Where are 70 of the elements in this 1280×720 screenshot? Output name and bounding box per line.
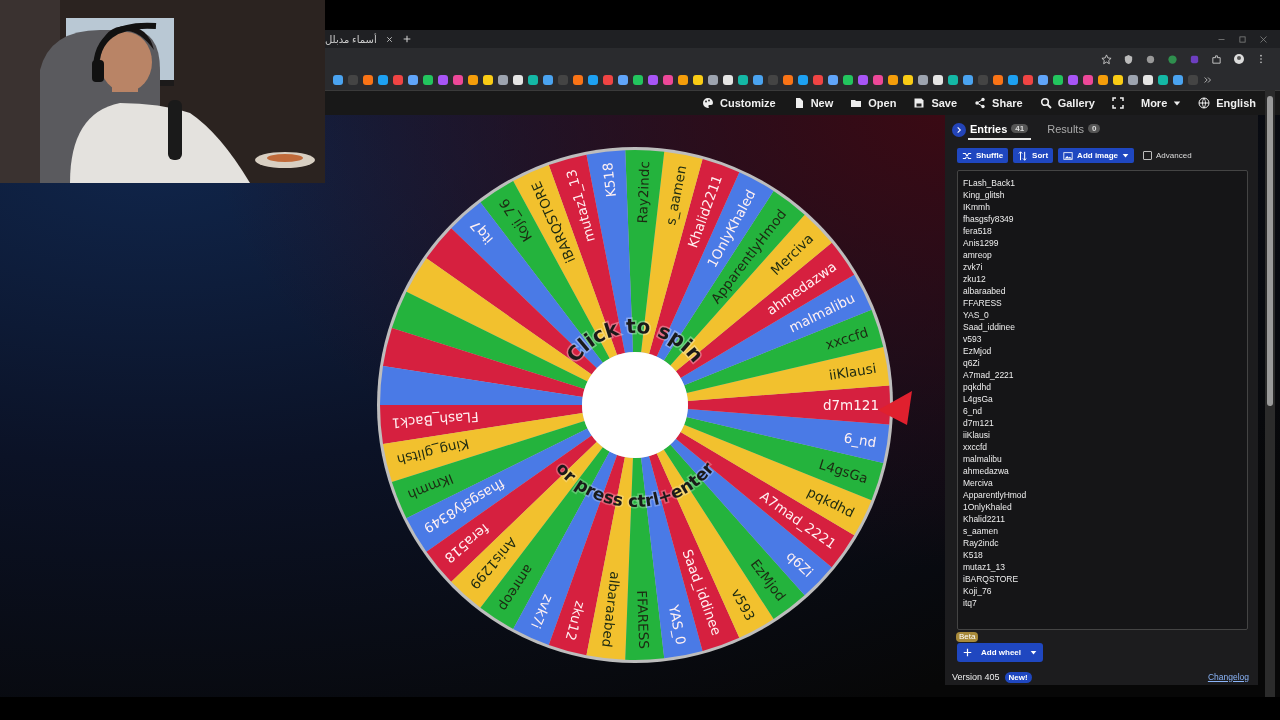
toolbar-button[interactable]: Share (974, 95, 1023, 111)
close-icon (384, 34, 394, 44)
fullscreen-icon (1112, 97, 1124, 109)
folder-icon (850, 97, 863, 109)
version-text: Version 405 (952, 672, 1000, 682)
toolbar-button[interactable]: New (792, 95, 834, 111)
slice-label: zvk7i (527, 592, 557, 631)
panel-tab[interactable]: Entries 41 (968, 120, 1032, 140)
toolbar-button[interactable]: Gallery (1039, 95, 1095, 111)
chevron-icon (1203, 75, 1213, 85)
chevron-icon (955, 126, 963, 134)
search-icon (1039, 97, 1052, 109)
checkbox-label: Advanced (1156, 151, 1192, 160)
toolbar-button[interactable]: Open (850, 95, 897, 111)
shield-icon (1123, 53, 1134, 65)
puzzle-icon (1211, 53, 1222, 65)
profile-icon (1233, 53, 1245, 65)
sort-icon (1018, 150, 1029, 161)
shuffle-button[interactable]: Shuffle (957, 148, 1009, 163)
image-icon (1063, 150, 1074, 161)
slice-label: itq7 (466, 217, 497, 248)
toolbar-button[interactable]: Customize (702, 95, 776, 111)
slice-label: 6_nd (842, 429, 878, 451)
toolbar-button[interactable]: More (1141, 95, 1182, 111)
beta-badge: Beta (956, 632, 979, 642)
slice-label: FLash_Back1 (391, 409, 480, 432)
slice-label: Ray2indc (633, 160, 653, 224)
slice-label: FFARESS (634, 590, 653, 650)
globe-icon (1198, 97, 1211, 109)
count-badge: 41 (1011, 124, 1029, 133)
extension-icon (1145, 53, 1156, 65)
maximize-icon (1238, 34, 1247, 44)
shuffle-icon (962, 150, 972, 161)
plus-icon (401, 34, 412, 44)
slice-label: K518 (599, 161, 619, 198)
scrollbar-thumb[interactable] (1267, 96, 1273, 406)
wheel-pointer (878, 391, 912, 425)
sort-button[interactable]: Sort (1013, 148, 1054, 163)
panel-tab[interactable]: Results 0 (1045, 120, 1104, 140)
tab-title[interactable]: أسماء مدبلل (325, 33, 377, 45)
toolbar-button[interactable]: English (1198, 95, 1256, 111)
plus-icon (963, 648, 972, 657)
slice-label: zku12 (562, 599, 589, 643)
toolbar-button[interactable]: Save (913, 95, 958, 111)
caret-icon (1122, 152, 1129, 159)
fullscreen-button[interactable] (1112, 95, 1124, 111)
new-tab-icon[interactable] (401, 34, 412, 44)
extension-icon (1189, 53, 1200, 65)
advanced-checkbox[interactable] (1143, 151, 1152, 160)
slice-label: iiKlausi (827, 359, 878, 383)
add-wheel-button[interactable]: Add wheel (957, 643, 1043, 662)
caret-icon (1030, 649, 1037, 656)
slice-label: albaraabed (599, 570, 624, 649)
new-badge: New! (1004, 671, 1032, 683)
tab-close-icon[interactable] (384, 34, 394, 44)
slice-label: s_aamen (662, 163, 690, 227)
save-icon (913, 97, 926, 109)
star-icon (1101, 53, 1112, 65)
slice-label: d7m121 (822, 397, 879, 413)
scrollbar[interactable] (1265, 90, 1275, 697)
extension-icon (1167, 53, 1178, 65)
share-icon (974, 97, 987, 109)
count-badge: 0 (1087, 124, 1101, 133)
image-button[interactable]: Add image (1058, 148, 1134, 163)
close-icon (1259, 34, 1268, 44)
palette-icon (702, 97, 714, 109)
caret-icon (1173, 99, 1182, 107)
changelog-link[interactable]: Changelog (1207, 672, 1249, 682)
entries-field[interactable]: FLash_Back1 King_glitsh IKmmh fhasgsfy8349 fera518 Anis1299 amreop zvk7i zku12 albaraabed FFARESS YAS_0 Saad_iddinee v593 EzMjod q6Zi A7mad_2221 pqkdhd L4gsGa 6_nd d7m121 iiKlausi xxccfd malmalibu ahmedazwa Merciva ApparentlyHmod 1OnlyKhaled Khalid2211 s_aamen Ray2indc K518 mutaz1_13 iBARQSTORE Koji_76 itq7 (957, 170, 1248, 630)
collapse-button[interactable] (952, 123, 966, 137)
